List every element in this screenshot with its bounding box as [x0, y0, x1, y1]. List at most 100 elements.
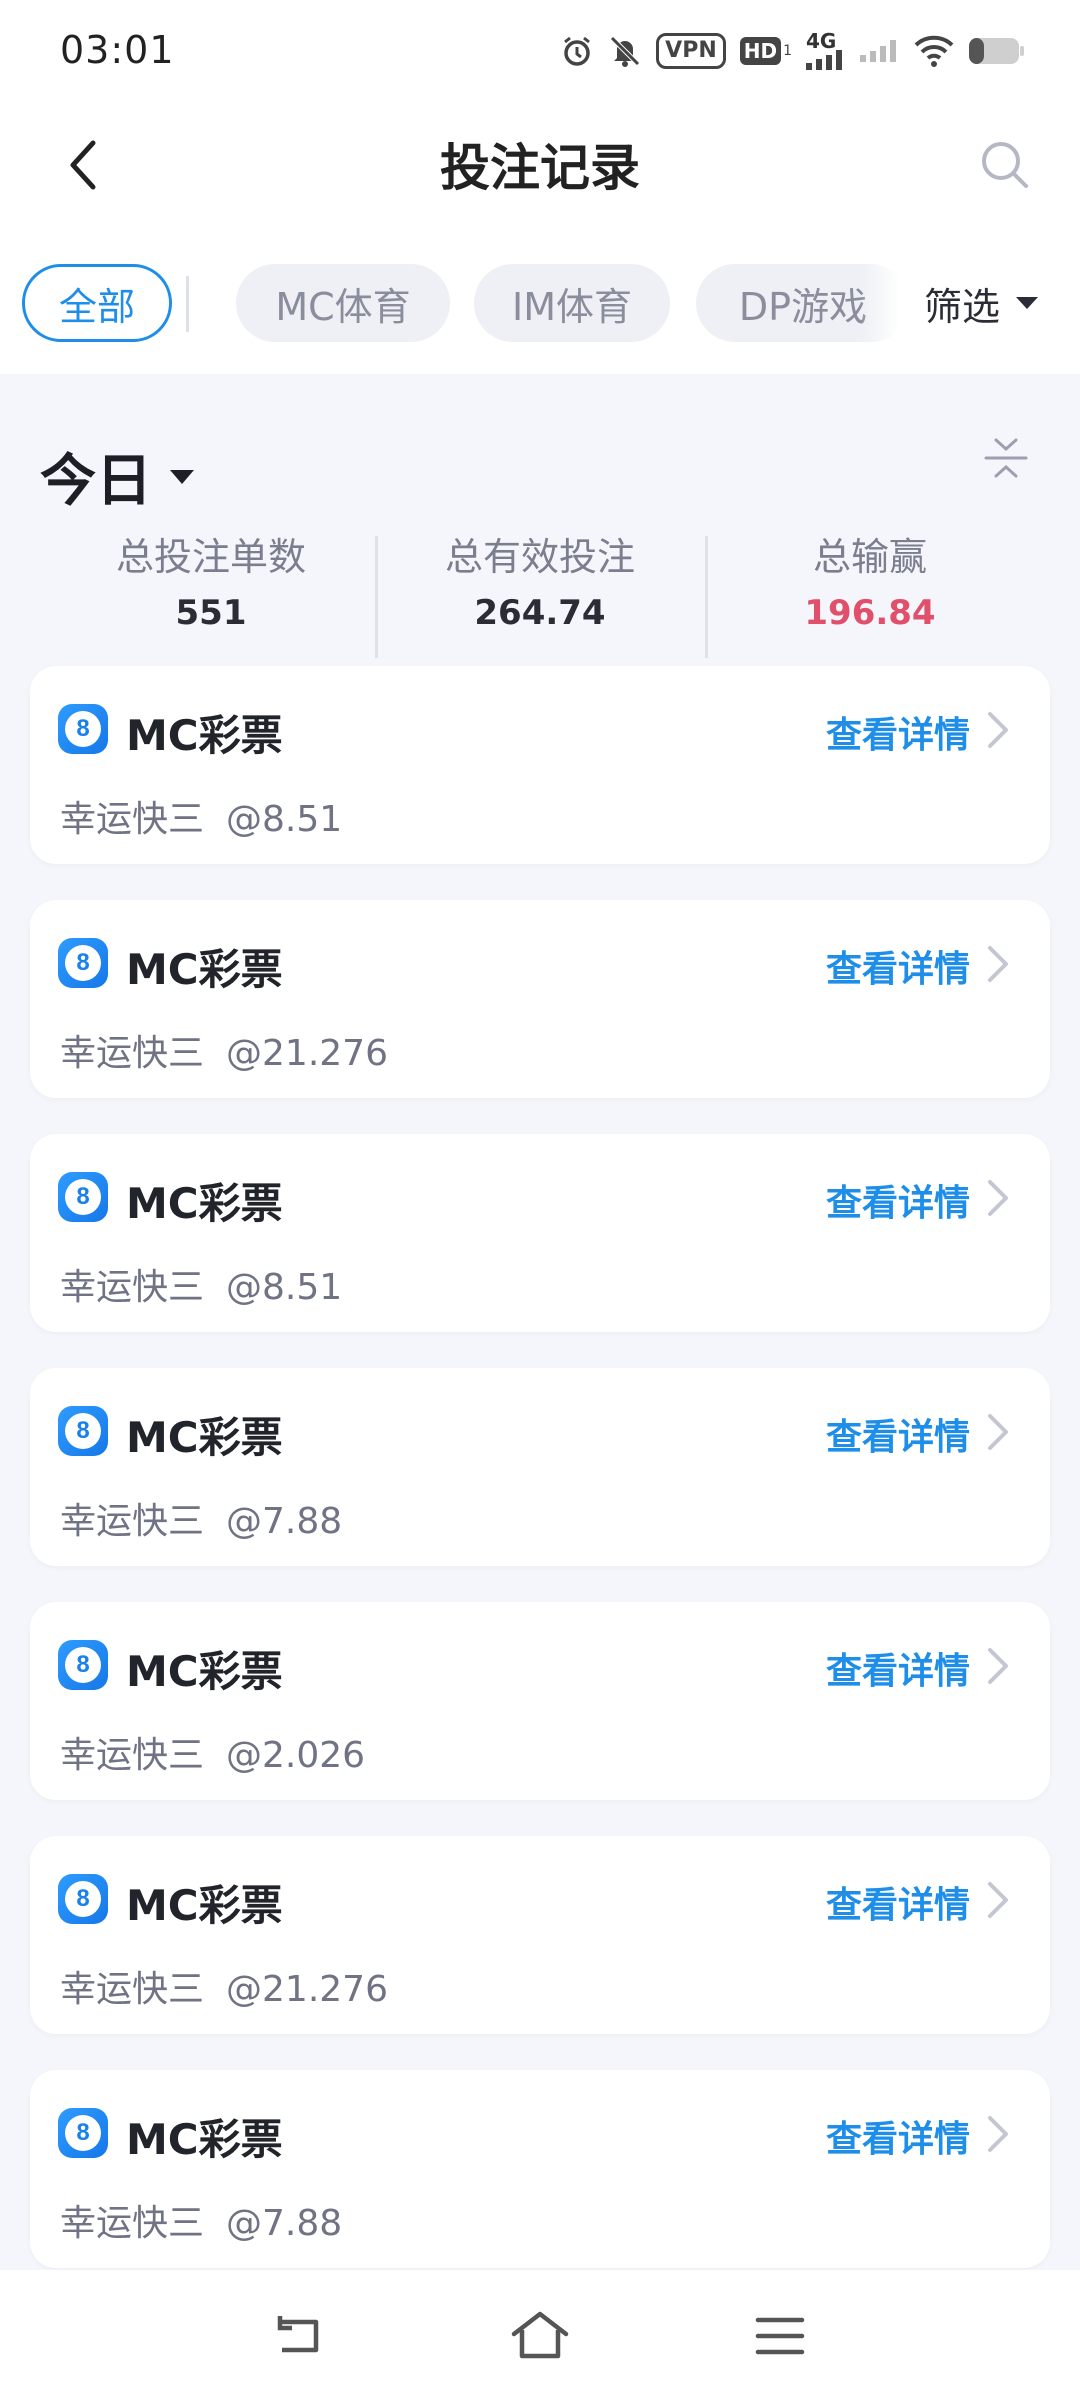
lottery-icon: 8 — [58, 1406, 108, 1456]
chevron-right-icon[interactable] — [980, 1878, 1016, 1922]
date-selector[interactable]: 今日 — [40, 436, 196, 517]
signal-4g-icon: 4G — [806, 29, 846, 70]
lottery-icon-glyph: 8 — [65, 711, 101, 747]
search-button[interactable] — [970, 130, 1040, 200]
menu-icon — [755, 2317, 805, 2355]
chevron-right-icon[interactable] — [980, 1176, 1016, 1220]
record-subtitle: 幸运快三 @7.88 — [60, 1492, 342, 1544]
signal-icon — [860, 40, 900, 62]
status-icons: VPN HD 1 4G — [560, 29, 1024, 70]
view-details-link[interactable]: 查看详情 — [826, 706, 970, 758]
record-card[interactable]: 8 MC彩票 查看详情幸运快三 @2.026 — [30, 1602, 1050, 1800]
system-nav-bar — [0, 2270, 1080, 2400]
stat-win-loss: 总输赢 196.84 — [705, 526, 1035, 633]
stat-total-bets: 总投注单数 551 — [46, 526, 376, 633]
stat-valid-bets: 总有效投注 264.74 — [375, 526, 705, 633]
record-card[interactable]: 8 MC彩票 查看详情 幸运快三 @7.88 — [30, 1368, 1050, 1566]
date-label: 今日 — [40, 449, 152, 514]
network-label: 4G — [806, 29, 837, 53]
stat-value: 196.84 — [804, 593, 936, 633]
record-card[interactable]: 8 MC彩票 查看详情 幸运快三 @8.51 — [30, 1134, 1050, 1332]
hd-icon: HD 1 — [739, 37, 792, 65]
lottery-icon-glyph: 8 — [65, 945, 101, 981]
vpn-icon: VPN — [656, 33, 726, 69]
view-details-link[interactable]: 查看详情 — [826, 1408, 970, 1460]
game-name: 幸运快三 — [60, 2203, 205, 2244]
odds-value: @8.51 — [226, 1267, 343, 1308]
record-title: MC彩票 — [126, 2115, 283, 2164]
record-card[interactable]: 8 MC彩票 查看详情幸运快三 @7.88 — [30, 2070, 1050, 2268]
collapse-icon — [984, 438, 1028, 478]
chevron-right-icon[interactable] — [980, 2112, 1016, 2156]
view-details-link[interactable]: 查看详情 — [826, 1174, 970, 1226]
game-name: 幸运快三 — [60, 799, 205, 840]
lottery-icon-glyph: 8 — [65, 1881, 101, 1917]
view-details-link[interactable]: 查看详情 — [826, 1642, 970, 1694]
page-title: 投注记录 — [440, 139, 640, 197]
odds-value: @7.88 — [226, 1501, 343, 1542]
view-details-link[interactable]: 查看详情 — [826, 940, 970, 992]
lottery-icon-glyph: 8 — [65, 2115, 101, 2151]
stat-label: 总有效投注 — [444, 535, 635, 579]
tab-all[interactable]: 全部 — [22, 264, 172, 342]
view-details-link[interactable]: 查看详情 — [826, 1876, 970, 1928]
stat-label: 总输赢 — [812, 535, 927, 579]
filter-button[interactable]: 筛选 — [898, 264, 1080, 342]
record-card[interactable]: 8 MC彩票 查看详情幸运快三 @21.276 — [30, 1836, 1050, 2034]
lottery-icon: 8 — [58, 704, 108, 754]
record-card[interactable]: 8 MC彩票 查看详情 幸运快三 @8.51 — [30, 666, 1050, 864]
odds-value: @21.276 — [226, 1969, 388, 2010]
stat-value: 264.74 — [474, 593, 606, 633]
lottery-icon: 8 — [58, 938, 108, 988]
tab-mc-sports[interactable]: MC体育 — [236, 264, 450, 342]
odds-value: @2.026 — [226, 1735, 366, 1776]
caret-down-icon — [170, 469, 194, 484]
battery-icon — [968, 36, 1024, 66]
record-card[interactable]: 8 MC彩票 查看详情幸运快三 @21.276 — [30, 900, 1050, 1098]
wifi-icon — [914, 35, 954, 67]
record-title: MC彩票 — [126, 1647, 283, 1696]
record-title: MC彩票 — [126, 1881, 283, 1930]
summary: 今日 总投注单数 551 总有效投注 264.74 总输赢 196.84 — [0, 374, 1080, 664]
tabs-fade — [860, 236, 900, 374]
chevron-right-icon[interactable] — [980, 1644, 1016, 1688]
tab-divider — [186, 276, 189, 332]
lottery-icon: 8 — [58, 1640, 108, 1690]
odds-value: @8.51 — [226, 799, 343, 840]
hd-sub: 1 — [783, 43, 792, 59]
stat-label: 总投注单数 — [115, 535, 306, 579]
record-subtitle: 幸运快三 @7.88 — [60, 2194, 342, 2246]
lottery-icon-glyph: 8 — [65, 1179, 101, 1215]
lottery-icon-glyph: 8 — [65, 1647, 101, 1683]
back-nav-button[interactable] — [264, 2300, 336, 2372]
menu-button[interactable] — [744, 2300, 816, 2372]
game-name: 幸运快三 — [60, 1969, 205, 2010]
chevron-right-icon[interactable] — [980, 942, 1016, 986]
status-bar: 03:01 VPN HD 1 4G — [0, 0, 1080, 104]
chevron-right-icon[interactable] — [980, 1410, 1016, 1454]
record-subtitle: 幸运快三 @8.51 — [60, 790, 342, 842]
hd-label: HD — [739, 37, 782, 65]
home-icon — [511, 2311, 569, 2359]
record-subtitle: 幸运快三 @21.276 — [60, 1024, 388, 1076]
record-subtitle: 幸运快三 @2.026 — [60, 1726, 365, 1778]
home-button[interactable] — [504, 2300, 576, 2372]
collapse-button[interactable] — [978, 430, 1034, 486]
record-subtitle: 幸运快三 @8.51 — [60, 1258, 342, 1310]
game-name: 幸运快三 — [60, 1735, 205, 1776]
stat-value: 551 — [175, 593, 247, 633]
chevron-right-icon[interactable] — [980, 708, 1016, 752]
game-name: 幸运快三 — [60, 1501, 205, 1542]
record-title: MC彩票 — [126, 945, 283, 994]
caret-down-icon — [1016, 297, 1039, 309]
lottery-icon: 8 — [58, 1874, 108, 1924]
odds-value: @7.88 — [226, 2203, 343, 2244]
tab-im-sports[interactable]: IM体育 — [474, 264, 670, 342]
search-icon — [982, 142, 1028, 188]
header: 投注记录 — [0, 104, 1080, 236]
view-details-link[interactable]: 查看详情 — [826, 2110, 970, 2162]
tabs-bar: 全部 MC体育 IM体育 DP游戏 筛选 — [0, 236, 1080, 374]
record-subtitle: 幸运快三 @21.276 — [60, 1960, 388, 2012]
game-name: 幸运快三 — [60, 1267, 205, 1308]
mute-icon — [608, 34, 642, 68]
